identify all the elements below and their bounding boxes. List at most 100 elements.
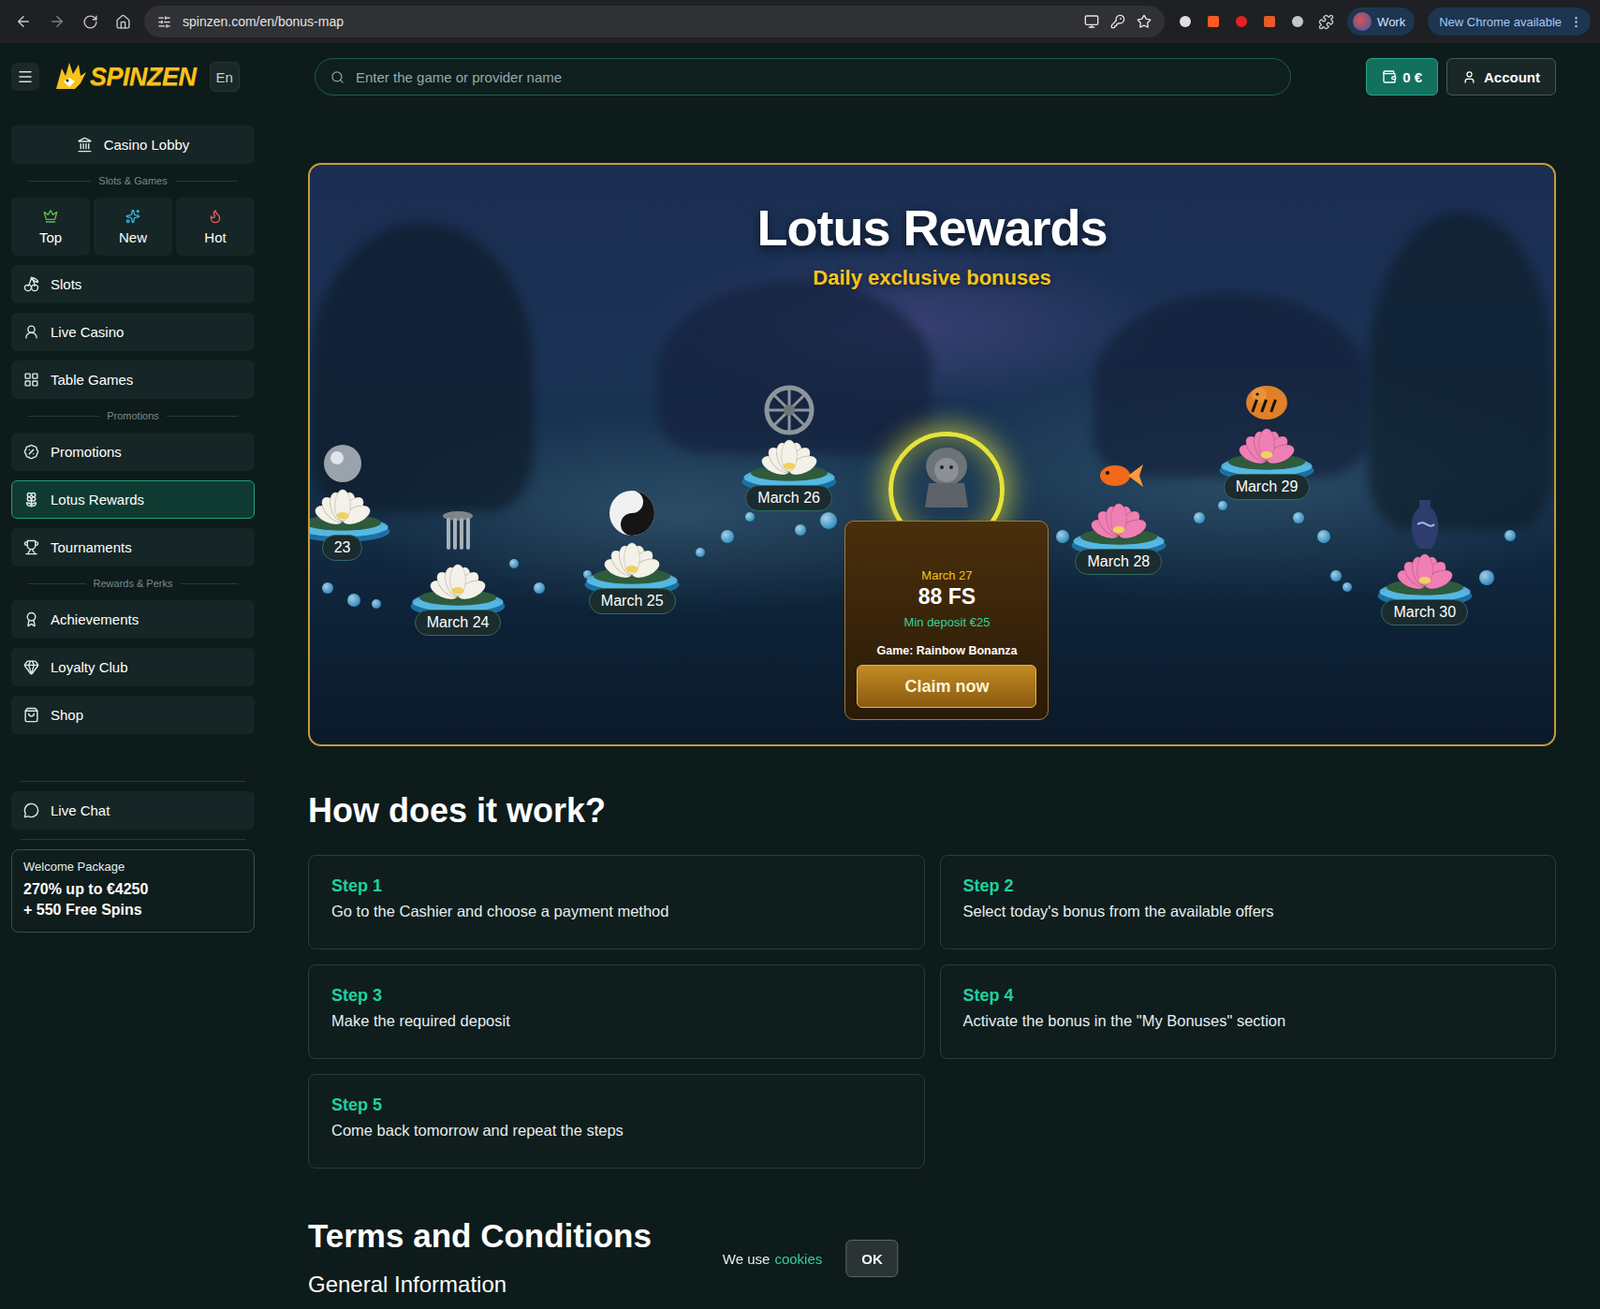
- cookies-link[interactable]: cookies: [774, 1250, 823, 1267]
- step-card: Step 2Select today's bonus from the avai…: [939, 854, 1557, 950]
- account-button[interactable]: Account: [1446, 58, 1556, 96]
- sidebar-item[interactable]: Casino Lobby: [11, 125, 255, 164]
- menu-button[interactable]: [11, 62, 40, 91]
- yin-yang-icon: [603, 484, 661, 542]
- section-label: Slots & Games: [11, 173, 255, 189]
- menu-icon[interactable]: [1569, 14, 1584, 30]
- avatar-icon: [1352, 12, 1372, 31]
- quick-tab[interactable]: New: [93, 197, 173, 256]
- step-card: Step 5Come back tomorrow and repeat the …: [308, 1073, 925, 1169]
- bubble: [1292, 512, 1305, 524]
- sidebar-item[interactable]: Live Casino: [11, 312, 255, 352]
- bubble: [695, 547, 705, 558]
- nav-icon: [23, 539, 40, 556]
- map-node[interactable]: March 26: [736, 378, 842, 512]
- node-label: March 25: [588, 587, 676, 615]
- terms-subtitle: General Information: [308, 1271, 1556, 1298]
- quick-tab[interactable]: Top: [11, 197, 90, 256]
- extension-icon[interactable]: [1205, 14, 1221, 30]
- site-settings-icon[interactable]: [157, 14, 172, 30]
- bubble: [820, 512, 837, 529]
- node-label: March 30: [1380, 599, 1468, 626]
- bubble: [347, 593, 361, 607]
- nav-icon: [23, 611, 40, 628]
- node-label: March 24: [414, 609, 502, 636]
- bubble: [1330, 570, 1342, 582]
- map-node[interactable]: March 30: [1372, 492, 1478, 626]
- map-node[interactable]: March 24: [405, 502, 511, 636]
- wind-chime-icon: [429, 506, 486, 563]
- bubble: [1218, 500, 1228, 511]
- scenery: [1367, 211, 1555, 530]
- node-label: 23: [322, 534, 364, 561]
- address-bar[interactable]: spinzen.com/en/bonus-map: [144, 5, 1165, 38]
- extension-icon[interactable]: [1233, 14, 1249, 30]
- extension-icon[interactable]: [1262, 14, 1278, 30]
- guardian-lion-icon: [913, 441, 980, 512]
- forward-icon[interactable]: [48, 13, 66, 30]
- bubble: [1056, 529, 1070, 544]
- language-button[interactable]: En: [209, 61, 240, 92]
- banner-title: Lotus Rewards: [756, 198, 1107, 257]
- profile-button[interactable]: Work: [1347, 7, 1415, 36]
- install-icon[interactable]: [1084, 14, 1100, 30]
- steps: Step 1Go to the Cashier and choose a pay…: [308, 854, 1556, 1169]
- sidebar-item[interactable]: Table Games: [11, 360, 255, 399]
- tab-icon: [207, 208, 223, 224]
- step-card: Step 1Go to the Cashier and choose a pay…: [308, 854, 925, 950]
- bubble: [509, 558, 519, 569]
- map-node[interactable]: March 25: [579, 481, 685, 615]
- welcome-card[interactable]: Welcome Package270% up to €4250+ 550 Fre…: [11, 849, 255, 933]
- map-node[interactable]: March 29: [1214, 366, 1320, 500]
- live-chat-button[interactable]: Live Chat: [11, 791, 255, 830]
- sidebar-item[interactable]: Loyalty Club: [11, 647, 255, 687]
- extension-icon[interactable]: [1177, 14, 1193, 30]
- chat-icon: [23, 802, 40, 819]
- browser-toolbar: spinzen.com/en/bonus-map Work New Chrome a…: [0, 0, 1600, 44]
- nav-icon: [23, 371, 40, 388]
- cookie-ok-button[interactable]: OK: [845, 1239, 899, 1278]
- banner-subtitle: Daily exclusive bonuses: [812, 265, 1051, 291]
- user-icon: [1462, 70, 1477, 85]
- home-icon[interactable]: [115, 14, 132, 30]
- back-icon[interactable]: [14, 13, 32, 30]
- tab-icon: [43, 208, 59, 224]
- extensions-icon[interactable]: [1318, 14, 1335, 30]
- search-field[interactable]: [314, 58, 1292, 96]
- bookmark-icon[interactable]: [1136, 14, 1152, 30]
- balance-button[interactable]: 0 €: [1365, 58, 1439, 96]
- sidebar-item[interactable]: Shop: [11, 695, 255, 734]
- node-label: March 26: [745, 484, 833, 512]
- offer-card: March 2788 FSMin deposit €25Game: Rainbo…: [844, 520, 1049, 720]
- bubble: [720, 529, 734, 544]
- extension-icon[interactable]: [1290, 14, 1306, 30]
- sidebar-item[interactable]: Lotus Rewards: [11, 480, 255, 519]
- map-node[interactable]: March 28: [1066, 441, 1172, 575]
- sidebar-item[interactable]: Tournaments: [11, 528, 255, 567]
- nav-icon: [23, 443, 40, 460]
- password-icon[interactable]: [1110, 14, 1126, 30]
- main-content: Lotus Rewards Daily exclusive bonuses 23 Ma…: [266, 110, 1600, 1309]
- url-text: spinzen.com/en/bonus-map: [182, 14, 1073, 30]
- nav-icon: [23, 706, 40, 723]
- quick-tab[interactable]: Hot: [176, 197, 255, 256]
- wallet-icon: [1381, 69, 1397, 85]
- sidebar-item[interactable]: Promotions: [11, 432, 255, 471]
- sidebar-item[interactable]: Slots: [11, 264, 255, 304]
- map-node[interactable]: 23: [308, 427, 396, 561]
- update-button[interactable]: New Chrome available: [1427, 7, 1591, 36]
- logo[interactable]: SPINZEN: [52, 60, 197, 93]
- bubble: [794, 524, 807, 536]
- dharma-wheel-icon: [761, 381, 818, 439]
- bubble: [533, 582, 545, 594]
- search-input[interactable]: [353, 68, 1276, 87]
- terms-title: Terms and Conditions: [308, 1217, 1556, 1255]
- sidebar-item[interactable]: Achievements: [11, 600, 255, 639]
- bubble: [371, 599, 382, 609]
- step-card: Step 3Make the required deposit: [308, 964, 925, 1059]
- bubble: [322, 582, 334, 594]
- claim-button[interactable]: Claim now: [856, 664, 1037, 708]
- logo-lion-icon: [52, 60, 89, 93]
- section-label: Rewards & Perks: [11, 575, 255, 591]
- reload-icon[interactable]: [82, 14, 99, 30]
